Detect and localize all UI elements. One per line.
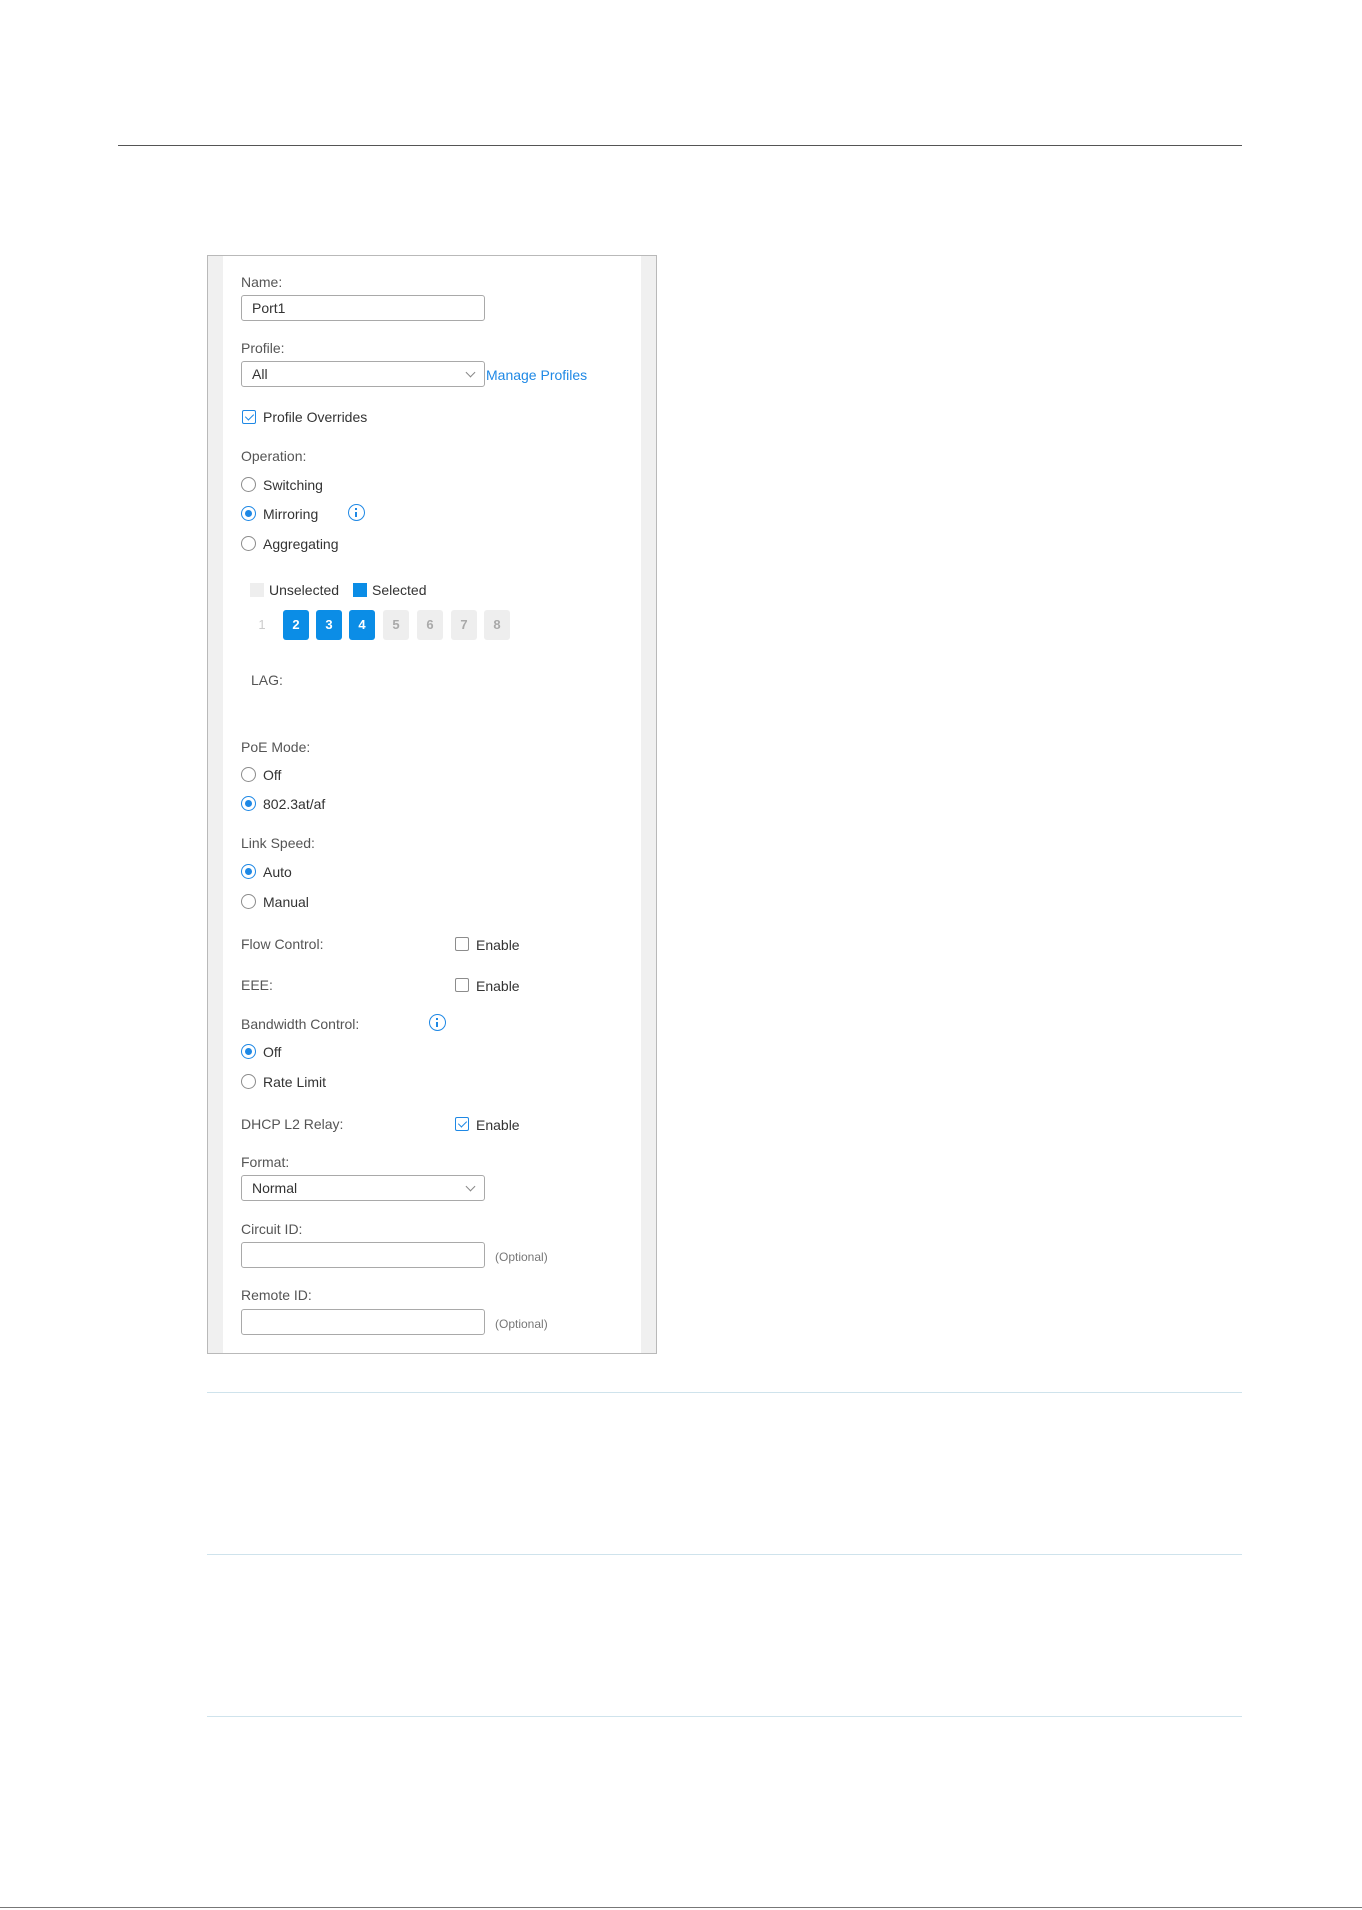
poe-radio-off[interactable] [241,767,256,782]
eee-checkbox[interactable] [455,978,469,992]
profile-label: Profile: [241,340,285,356]
dhcp-l2-relay-checkbox[interactable] [455,1117,469,1131]
circuit-id-optional-hint: (Optional) [495,1250,548,1264]
footer-rule [0,1907,1362,1908]
unselected-swatch [250,583,264,597]
link-speed-label: Link Speed: [241,835,315,851]
port-1: 1 [258,617,266,632]
name-input[interactable]: Port1 [241,295,485,321]
bandwidth-option-off: Off [263,1044,282,1060]
link-speed-radio-manual[interactable] [241,894,256,909]
flow-control-label: Flow Control: [241,936,324,952]
dhcp-l2-relay-label: DHCP L2 Relay: [241,1116,344,1132]
operation-option-switching: Switching [263,477,323,493]
panel-gutter-left [208,256,223,1353]
poe-option-802-3at-af: 802.3at/af [263,796,326,812]
profile-overrides-label: Profile Overrides [263,409,368,425]
poe-radio-802-3at-af[interactable] [241,796,256,811]
bandwidth-radio-off[interactable] [241,1044,256,1059]
port-7[interactable]: 7 [451,610,477,640]
panel-scrollbar-track[interactable] [641,256,656,1353]
operation-option-aggregating: Aggregating [263,536,339,552]
section-divider [207,1716,1242,1717]
port-5[interactable]: 5 [383,610,409,640]
eee-label: EEE: [241,977,273,993]
eee-enable-label: Enable [476,978,520,994]
flow-control-enable-label: Enable [476,937,520,953]
header-rule [118,145,1242,146]
selected-swatch [353,583,367,597]
section-divider [207,1392,1242,1393]
chevron-down-icon [465,1181,476,1192]
port-config-panel: Name: Port1 Profile: All Manage Profiles… [207,255,657,1354]
remote-id-label: Remote ID: [241,1287,312,1303]
section-divider [207,1554,1242,1555]
bandwidth-info-icon[interactable] [429,1014,446,1031]
legend-unselected-label: Unselected [269,582,340,598]
name-input-value: Port1 [252,300,286,316]
poe-mode-label: PoE Mode: [241,739,311,755]
dhcp-l2-relay-enable-label: Enable [476,1117,520,1133]
mirroring-info-icon[interactable] [348,504,365,521]
poe-option-off: Off [263,767,282,783]
bandwidth-option-rate-limit: Rate Limit [263,1074,327,1090]
profile-select-value: All [252,366,268,382]
profile-select[interactable]: All [241,361,485,387]
circuit-id-label: Circuit ID: [241,1221,303,1237]
remote-id-input[interactable] [241,1309,485,1335]
chevron-down-icon [465,367,476,378]
port-8[interactable]: 8 [484,610,510,640]
link-speed-option-auto: Auto [263,864,292,880]
lag-label: LAG: [251,672,283,688]
operation-label: Operation: [241,448,307,464]
format-label: Format: [241,1154,290,1170]
port-4[interactable]: 4 [349,610,375,640]
port-2[interactable]: 2 [283,610,309,640]
manage-profiles-link[interactable]: Manage Profiles [486,366,587,384]
bandwidth-control-label: Bandwidth Control: [241,1016,360,1032]
port-6[interactable]: 6 [417,610,443,640]
format-select-value: Normal [252,1180,298,1196]
remote-id-optional-hint: (Optional) [495,1317,548,1331]
format-select[interactable]: Normal [241,1175,485,1201]
legend-selected-label: Selected [372,582,427,598]
circuit-id-input[interactable] [241,1242,485,1268]
operation-option-mirroring: Mirroring [263,506,319,522]
port-3[interactable]: 3 [316,610,342,640]
link-speed-radio-auto[interactable] [241,864,256,879]
name-label: Name: [241,274,283,290]
profile-overrides-checkbox[interactable] [242,410,256,424]
bandwidth-radio-rate-limit[interactable] [241,1074,256,1089]
operation-radio-mirroring[interactable] [241,506,256,521]
operation-radio-aggregating[interactable] [241,536,256,551]
flow-control-checkbox[interactable] [455,937,469,951]
link-speed-option-manual: Manual [263,894,309,910]
operation-radio-switching[interactable] [241,477,256,492]
